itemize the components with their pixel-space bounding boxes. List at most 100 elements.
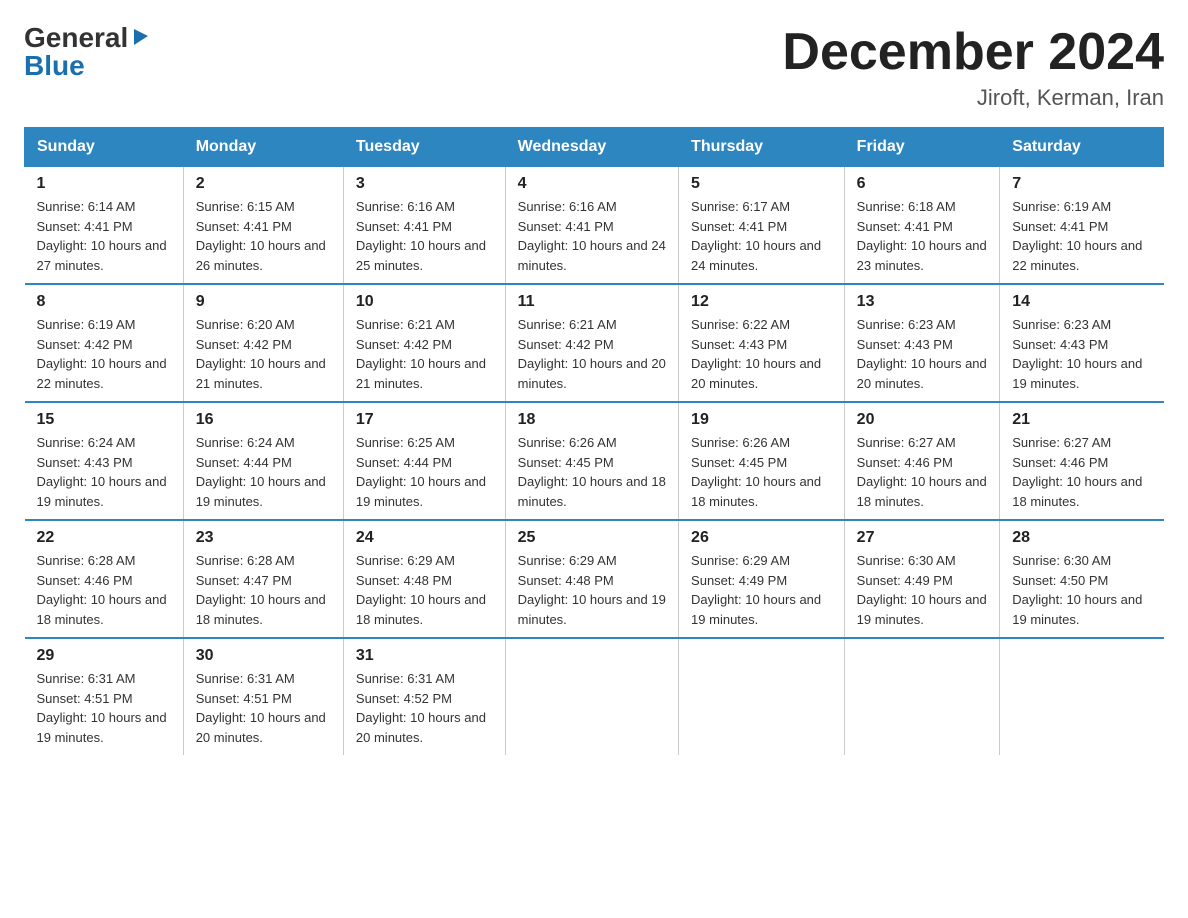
header-friday: Friday — [844, 128, 1000, 167]
day-info: Sunrise: 6:30 AM Sunset: 4:50 PM Dayligh… — [1012, 551, 1151, 629]
day-info: Sunrise: 6:23 AM Sunset: 4:43 PM Dayligh… — [857, 315, 988, 393]
day-info: Sunrise: 6:24 AM Sunset: 4:44 PM Dayligh… — [196, 433, 331, 511]
day-number: 6 — [857, 175, 988, 193]
table-row: 8 Sunrise: 6:19 AM Sunset: 4:42 PM Dayli… — [25, 284, 184, 402]
day-info: Sunrise: 6:14 AM Sunset: 4:41 PM Dayligh… — [37, 197, 171, 275]
day-info: Sunrise: 6:21 AM Sunset: 4:42 PM Dayligh… — [518, 315, 666, 393]
day-info: Sunrise: 6:22 AM Sunset: 4:43 PM Dayligh… — [691, 315, 832, 393]
day-number: 17 — [356, 411, 493, 429]
day-info: Sunrise: 6:19 AM Sunset: 4:41 PM Dayligh… — [1012, 197, 1151, 275]
table-row: 2 Sunrise: 6:15 AM Sunset: 4:41 PM Dayli… — [183, 167, 343, 285]
day-number: 1 — [37, 175, 171, 193]
calendar-week-row: 1 Sunrise: 6:14 AM Sunset: 4:41 PM Dayli… — [25, 167, 1164, 285]
day-info: Sunrise: 6:28 AM Sunset: 4:47 PM Dayligh… — [196, 551, 331, 629]
day-number: 11 — [518, 293, 666, 311]
table-row: 19 Sunrise: 6:26 AM Sunset: 4:45 PM Dayl… — [679, 402, 845, 520]
table-row: 1 Sunrise: 6:14 AM Sunset: 4:41 PM Dayli… — [25, 167, 184, 285]
table-row: 21 Sunrise: 6:27 AM Sunset: 4:46 PM Dayl… — [1000, 402, 1164, 520]
day-number: 3 — [356, 175, 493, 193]
day-number: 29 — [37, 647, 171, 665]
header-thursday: Thursday — [679, 128, 845, 167]
calendar-week-row: 8 Sunrise: 6:19 AM Sunset: 4:42 PM Dayli… — [25, 284, 1164, 402]
table-row: 11 Sunrise: 6:21 AM Sunset: 4:42 PM Dayl… — [505, 284, 678, 402]
day-number: 4 — [518, 175, 666, 193]
day-number: 20 — [857, 411, 988, 429]
table-row: 27 Sunrise: 6:30 AM Sunset: 4:49 PM Dayl… — [844, 520, 1000, 638]
day-info: Sunrise: 6:27 AM Sunset: 4:46 PM Dayligh… — [1012, 433, 1151, 511]
logo: General Blue — [24, 24, 152, 80]
calendar-title: December 2024 — [782, 24, 1164, 81]
table-row: 3 Sunrise: 6:16 AM Sunset: 4:41 PM Dayli… — [343, 167, 505, 285]
calendar-week-row: 29 Sunrise: 6:31 AM Sunset: 4:51 PM Dayl… — [25, 638, 1164, 755]
table-row: 14 Sunrise: 6:23 AM Sunset: 4:43 PM Dayl… — [1000, 284, 1164, 402]
day-info: Sunrise: 6:28 AM Sunset: 4:46 PM Dayligh… — [37, 551, 171, 629]
table-row: 31 Sunrise: 6:31 AM Sunset: 4:52 PM Dayl… — [343, 638, 505, 755]
day-info: Sunrise: 6:23 AM Sunset: 4:43 PM Dayligh… — [1012, 315, 1151, 393]
table-row: 25 Sunrise: 6:29 AM Sunset: 4:48 PM Dayl… — [505, 520, 678, 638]
day-number: 19 — [691, 411, 832, 429]
table-row: 23 Sunrise: 6:28 AM Sunset: 4:47 PM Dayl… — [183, 520, 343, 638]
day-number: 16 — [196, 411, 331, 429]
day-info: Sunrise: 6:15 AM Sunset: 4:41 PM Dayligh… — [196, 197, 331, 275]
calendar-table: Sunday Monday Tuesday Wednesday Thursday… — [24, 127, 1164, 755]
calendar-header-row: Sunday Monday Tuesday Wednesday Thursday… — [25, 128, 1164, 167]
day-info: Sunrise: 6:29 AM Sunset: 4:48 PM Dayligh… — [356, 551, 493, 629]
table-row: 24 Sunrise: 6:29 AM Sunset: 4:48 PM Dayl… — [343, 520, 505, 638]
day-info: Sunrise: 6:27 AM Sunset: 4:46 PM Dayligh… — [857, 433, 988, 511]
day-number: 31 — [356, 647, 493, 665]
day-info: Sunrise: 6:16 AM Sunset: 4:41 PM Dayligh… — [356, 197, 493, 275]
day-info: Sunrise: 6:31 AM Sunset: 4:52 PM Dayligh… — [356, 669, 493, 747]
table-row: 30 Sunrise: 6:31 AM Sunset: 4:51 PM Dayl… — [183, 638, 343, 755]
day-info: Sunrise: 6:26 AM Sunset: 4:45 PM Dayligh… — [691, 433, 832, 511]
day-info: Sunrise: 6:26 AM Sunset: 4:45 PM Dayligh… — [518, 433, 666, 511]
day-number: 15 — [37, 411, 171, 429]
day-number: 8 — [37, 293, 171, 311]
day-number: 21 — [1012, 411, 1151, 429]
day-number: 5 — [691, 175, 832, 193]
day-number: 25 — [518, 529, 666, 547]
table-row: 20 Sunrise: 6:27 AM Sunset: 4:46 PM Dayl… — [844, 402, 1000, 520]
calendar-week-row: 15 Sunrise: 6:24 AM Sunset: 4:43 PM Dayl… — [25, 402, 1164, 520]
day-number: 30 — [196, 647, 331, 665]
header-saturday: Saturday — [1000, 128, 1164, 167]
table-row: 13 Sunrise: 6:23 AM Sunset: 4:43 PM Dayl… — [844, 284, 1000, 402]
day-info: Sunrise: 6:21 AM Sunset: 4:42 PM Dayligh… — [356, 315, 493, 393]
day-info: Sunrise: 6:17 AM Sunset: 4:41 PM Dayligh… — [691, 197, 832, 275]
table-row — [844, 638, 1000, 755]
day-number: 14 — [1012, 293, 1151, 311]
day-number: 12 — [691, 293, 832, 311]
day-info: Sunrise: 6:18 AM Sunset: 4:41 PM Dayligh… — [857, 197, 988, 275]
day-info: Sunrise: 6:16 AM Sunset: 4:41 PM Dayligh… — [518, 197, 666, 275]
header-sunday: Sunday — [25, 128, 184, 167]
header-tuesday: Tuesday — [343, 128, 505, 167]
day-number: 28 — [1012, 529, 1151, 547]
day-info: Sunrise: 6:19 AM Sunset: 4:42 PM Dayligh… — [37, 315, 171, 393]
calendar-week-row: 22 Sunrise: 6:28 AM Sunset: 4:46 PM Dayl… — [25, 520, 1164, 638]
day-info: Sunrise: 6:29 AM Sunset: 4:49 PM Dayligh… — [691, 551, 832, 629]
table-row: 10 Sunrise: 6:21 AM Sunset: 4:42 PM Dayl… — [343, 284, 505, 402]
table-row: 17 Sunrise: 6:25 AM Sunset: 4:44 PM Dayl… — [343, 402, 505, 520]
day-number: 27 — [857, 529, 988, 547]
logo-triangle-icon — [130, 25, 152, 47]
table-row: 15 Sunrise: 6:24 AM Sunset: 4:43 PM Dayl… — [25, 402, 184, 520]
day-number: 10 — [356, 293, 493, 311]
table-row: 18 Sunrise: 6:26 AM Sunset: 4:45 PM Dayl… — [505, 402, 678, 520]
table-row: 28 Sunrise: 6:30 AM Sunset: 4:50 PM Dayl… — [1000, 520, 1164, 638]
page-header: General Blue December 2024 Jiroft, Kerma… — [24, 24, 1164, 111]
day-number: 7 — [1012, 175, 1151, 193]
table-row: 6 Sunrise: 6:18 AM Sunset: 4:41 PM Dayli… — [844, 167, 1000, 285]
day-info: Sunrise: 6:25 AM Sunset: 4:44 PM Dayligh… — [356, 433, 493, 511]
table-row: 29 Sunrise: 6:31 AM Sunset: 4:51 PM Dayl… — [25, 638, 184, 755]
day-info: Sunrise: 6:31 AM Sunset: 4:51 PM Dayligh… — [37, 669, 171, 747]
table-row: 7 Sunrise: 6:19 AM Sunset: 4:41 PM Dayli… — [1000, 167, 1164, 285]
day-info: Sunrise: 6:20 AM Sunset: 4:42 PM Dayligh… — [196, 315, 331, 393]
day-number: 22 — [37, 529, 171, 547]
day-number: 18 — [518, 411, 666, 429]
table-row: 5 Sunrise: 6:17 AM Sunset: 4:41 PM Dayli… — [679, 167, 845, 285]
day-number: 24 — [356, 529, 493, 547]
logo-blue: Blue — [24, 52, 85, 80]
table-row: 9 Sunrise: 6:20 AM Sunset: 4:42 PM Dayli… — [183, 284, 343, 402]
logo-general: General — [24, 24, 128, 52]
table-row: 26 Sunrise: 6:29 AM Sunset: 4:49 PM Dayl… — [679, 520, 845, 638]
table-row — [505, 638, 678, 755]
